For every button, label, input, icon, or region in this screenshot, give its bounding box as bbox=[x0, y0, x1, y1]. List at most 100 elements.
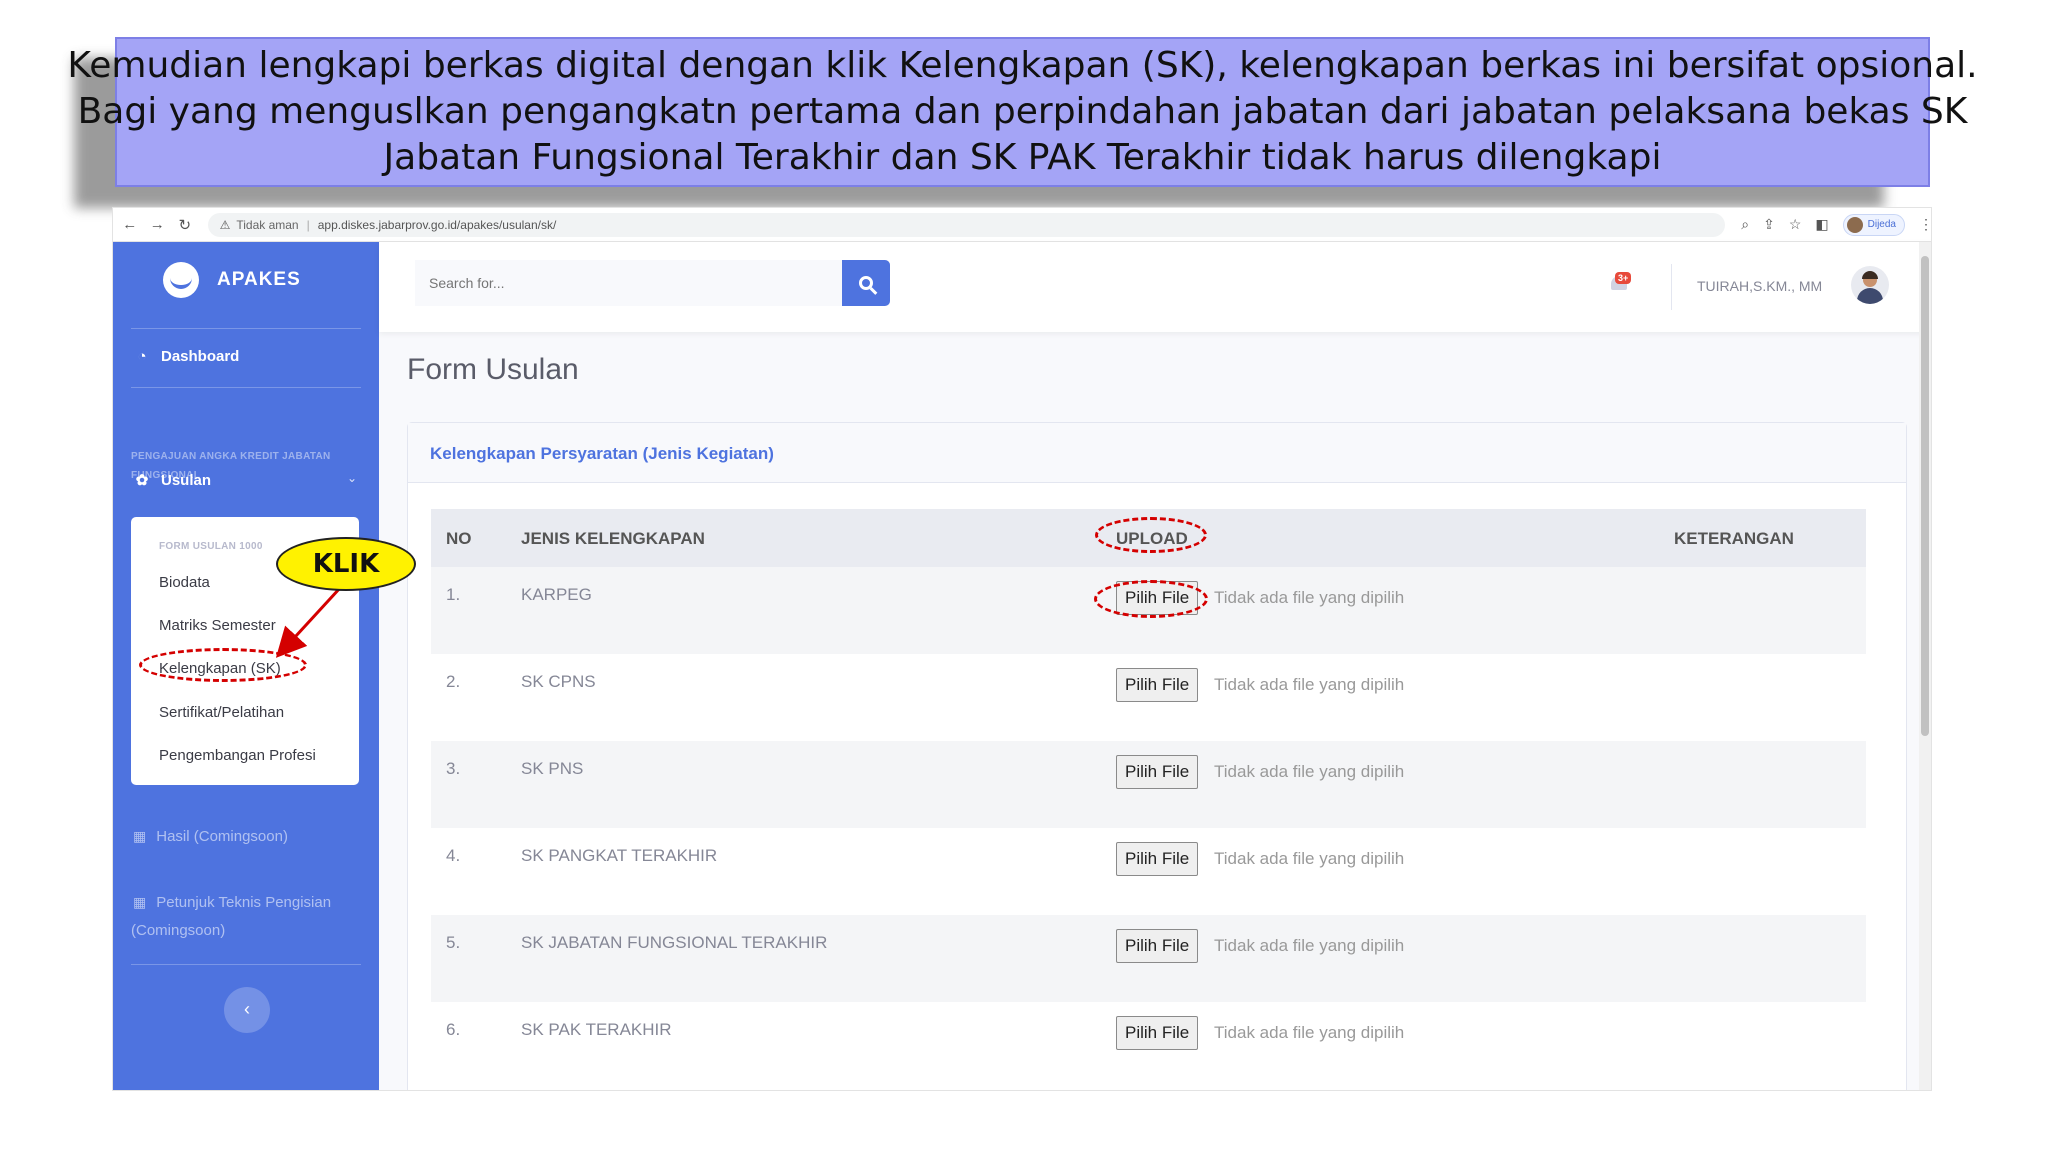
sidebar-item-usulan[interactable]: ✿ Usulan bbox=[133, 471, 212, 490]
column-header-no: NO bbox=[446, 529, 472, 548]
sidebar-item-label: Usulan bbox=[161, 471, 212, 489]
row-number: 6. bbox=[446, 1020, 461, 1039]
sidebar-item-hasil[interactable]: ▦ Hasil (Comingsoon) bbox=[133, 828, 288, 845]
avatar-hair bbox=[1862, 271, 1878, 279]
column-header-jenis: JENIS KELENGKAPAN bbox=[521, 529, 705, 548]
dashboard-gauge-icon: ◔ bbox=[137, 348, 147, 365]
choose-file-highlight-oval bbox=[1094, 580, 1208, 618]
file-status: Tidak ada file yang dipilih bbox=[1214, 588, 1405, 607]
choose-file-button[interactable]: Pilih File bbox=[1116, 668, 1199, 702]
banner-line-2: Bagi yang menguslkan pengangkatn pertama… bbox=[77, 91, 1968, 132]
address-bar[interactable]: ⚠ Tidak aman | app.diskes.jabarprov.go.i… bbox=[207, 212, 1726, 237]
brand[interactable]: APAKES bbox=[163, 262, 301, 298]
banner-line-3: Jabatan Fungsional Terakhir dan SK PAK T… bbox=[383, 137, 1662, 178]
card-header: Kelengkapan Persyaratan (Jenis Kegiatan) bbox=[408, 423, 1906, 483]
file-status: Tidak ada file yang dipilih bbox=[1214, 849, 1405, 868]
scrollbar[interactable] bbox=[1919, 242, 1931, 1090]
submenu-header: FORM USULAN 1000 bbox=[159, 541, 263, 552]
table-row: 6. SK PAK TERAKHIR Pilih File Tidak ada … bbox=[431, 1002, 1866, 1089]
profile-chip[interactable]: Dijeda bbox=[1842, 213, 1905, 236]
sidebar-divider bbox=[131, 964, 361, 965]
row-jenis: SK CPNS bbox=[521, 672, 596, 691]
zoom-icon[interactable]: ⌕ bbox=[1741, 216, 1749, 233]
sidebar-item-label: Petunjuk Teknis Pengisian bbox=[156, 894, 332, 911]
reload-icon[interactable]: ↻ bbox=[174, 216, 196, 234]
table-icon: ▦ bbox=[133, 828, 147, 844]
choose-file-button[interactable]: Pilih File bbox=[1116, 755, 1199, 789]
url-separator: | bbox=[306, 217, 310, 232]
menu-dots-icon[interactable]: ⋮ bbox=[1919, 216, 1931, 233]
table-row: 2. SK CPNS Pilih File Tidak ada file yan… bbox=[431, 654, 1866, 741]
back-arrow-icon[interactable]: ← bbox=[119, 216, 141, 233]
row-number: 1. bbox=[446, 585, 461, 604]
notification-bell[interactable]: 3+ bbox=[1609, 272, 1632, 292]
card-title: Kelengkapan Persyaratan (Jenis Kegiatan) bbox=[430, 444, 774, 463]
user-name[interactable]: TUIRAH,S.KM., MM bbox=[1697, 278, 1822, 294]
sidebar-item-label: Hasil (Comingsoon) bbox=[156, 828, 288, 845]
banner-line-1: Kemudian lengkapi berkas digital dengan … bbox=[67, 45, 1978, 86]
sidebar-item-dashboard[interactable]: ◔ Dashboard bbox=[133, 348, 239, 365]
security-label: Tidak aman bbox=[236, 217, 299, 232]
search-button[interactable] bbox=[842, 260, 890, 306]
sidebar-divider bbox=[131, 387, 361, 388]
row-number: 3. bbox=[446, 759, 461, 778]
file-status: Tidak ada file yang dipilih bbox=[1214, 1023, 1405, 1042]
sidepanel-icon[interactable]: ◧ bbox=[1815, 216, 1828, 233]
chevron-down-icon[interactable]: ⌄ bbox=[347, 471, 357, 485]
page-title: Form Usulan bbox=[407, 353, 579, 386]
table-row: 3. SK PNS Pilih File Tidak ada file yang… bbox=[431, 741, 1866, 828]
choose-file-button[interactable]: Pilih File bbox=[1116, 1016, 1199, 1050]
row-jenis: KARPEG bbox=[521, 585, 592, 604]
file-status: Tidak ada file yang dipilih bbox=[1214, 762, 1405, 781]
brand-name: APAKES bbox=[217, 269, 301, 290]
sidebar-item-petunjuk-suffix[interactable]: (Comingsoon) bbox=[131, 922, 225, 939]
table-row: 4. SK PANGKAT TERAKHIR Pilih File Tidak … bbox=[431, 828, 1866, 915]
topbar: 3+ TUIRAH,S.KM., MM bbox=[379, 242, 1931, 332]
submenu-item-biodata[interactable]: Biodata bbox=[159, 574, 210, 591]
row-number: 4. bbox=[446, 846, 461, 865]
sidebar-item-label: Dashboard bbox=[161, 348, 240, 365]
url-text: app.diskes.jabarprov.go.id/apakes/usulan… bbox=[317, 217, 557, 232]
scrollbar-thumb[interactable] bbox=[1921, 256, 1929, 736]
smiley-logo-icon bbox=[163, 262, 199, 298]
share-icon[interactable]: ⇪ bbox=[1763, 216, 1775, 233]
submenu-item-sertifikat-pelatihan[interactable]: Sertifikat/Pelatihan bbox=[159, 704, 284, 721]
avatar[interactable] bbox=[1851, 266, 1889, 304]
topbar-divider bbox=[1671, 264, 1672, 310]
warning-icon: ⚠ bbox=[219, 217, 231, 232]
row-number: 2. bbox=[446, 672, 461, 691]
column-header-keterangan: KETERANGAN bbox=[1674, 529, 1794, 548]
profile-avatar-icon bbox=[1846, 216, 1863, 233]
choose-file-button[interactable]: Pilih File bbox=[1116, 929, 1199, 963]
choose-file-button[interactable]: Pilih File bbox=[1116, 842, 1199, 876]
row-number: 5. bbox=[446, 933, 461, 952]
sidebar-toggle-button[interactable]: ‹ bbox=[224, 987, 270, 1033]
gear-icon: ✿ bbox=[135, 472, 149, 489]
avatar-torso bbox=[1857, 288, 1883, 304]
notification-badge: 3+ bbox=[1615, 272, 1632, 284]
browser-actions: ⌕ ⇪ ☆ ◧ Dijeda ⋮ bbox=[1741, 213, 1931, 236]
sidebar-divider bbox=[131, 328, 361, 329]
klik-callout: KLIK bbox=[276, 537, 416, 591]
forward-arrow-icon[interactable]: → bbox=[147, 216, 169, 233]
browser-toolbar: ← → ↻ ⚠ Tidak aman | app.diskes.jabarpro… bbox=[113, 208, 1931, 242]
instruction-banner: Kemudian lengkapi berkas digital dengan … bbox=[67, 37, 1978, 187]
submenu-item-matriks-semester[interactable]: Matriks Semester bbox=[159, 617, 276, 634]
profile-label: Dijeda bbox=[1867, 219, 1896, 230]
bookmark-star-icon[interactable]: ☆ bbox=[1789, 216, 1802, 233]
row-jenis: SK PANGKAT TERAKHIR bbox=[521, 846, 718, 865]
file-status: Tidak ada file yang dipilih bbox=[1214, 936, 1405, 955]
sidebar-item-petunjuk[interactable]: ▦ Petunjuk Teknis Pengisian bbox=[133, 894, 331, 911]
row-jenis: SK JABATAN FUNGSIONAL TERAKHIR bbox=[521, 933, 828, 952]
browser-screenshot: ← → ↻ ⚠ Tidak aman | app.diskes.jabarpro… bbox=[112, 207, 1932, 1091]
search-icon bbox=[859, 276, 873, 290]
row-jenis: SK PNS bbox=[521, 759, 584, 778]
file-status: Tidak ada file yang dipilih bbox=[1214, 675, 1405, 694]
kelengkapan-highlight-oval bbox=[139, 648, 307, 682]
search-input[interactable] bbox=[415, 260, 842, 306]
table-row: 5. SK JABATAN FUNGSIONAL TERAKHIR Pilih … bbox=[431, 915, 1866, 1002]
row-jenis: SK PAK TERAKHIR bbox=[521, 1020, 672, 1039]
table-icon: ▦ bbox=[133, 894, 147, 910]
submenu-item-pengembangan-profesi[interactable]: Pengembangan Profesi bbox=[159, 747, 316, 764]
slide: Kemudian lengkapi berkas digital dengan … bbox=[0, 0, 2048, 1152]
